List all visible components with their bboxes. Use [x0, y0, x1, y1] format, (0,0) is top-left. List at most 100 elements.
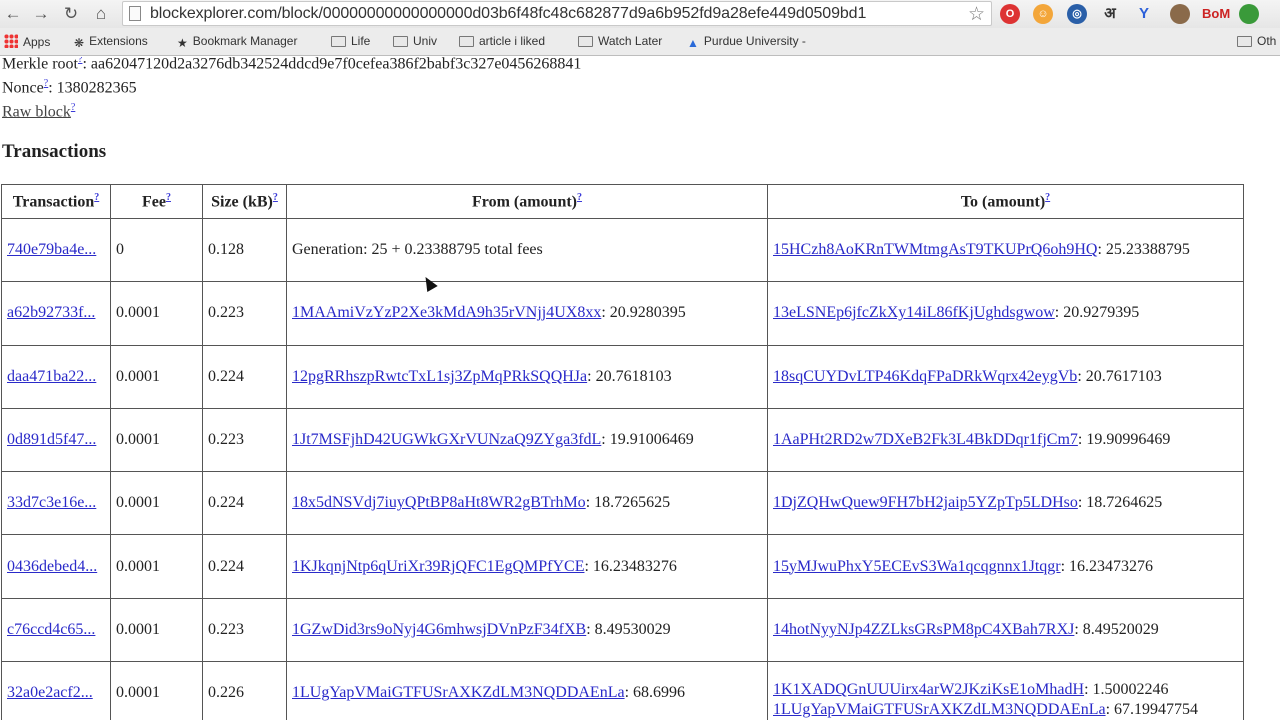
from-address-link[interactable]: 12pgRRhszpRwtcTxL1sj3ZpMqPRkSQQHJa: [292, 368, 587, 385]
to-address-link[interactable]: 1AaPHt2RD2w7DXeB2Fk3L4BkDDqr1fjCm7: [773, 431, 1078, 448]
nonce-value: : 1380282365: [48, 79, 137, 97]
from-amount: Generation: 25 + 0.23388795 total fees: [292, 241, 543, 259]
header-size: Size (kB)?: [202, 184, 287, 219]
merkle-root-line: Merkle root?: aa62047120d2a3276db342524d…: [2, 57, 581, 73]
bookmark-star-icon[interactable]: ☆: [968, 3, 985, 26]
star-icon: ★: [177, 36, 188, 50]
extension-circle-icon[interactable]: ◎: [1067, 4, 1087, 24]
tx-fee: 0.0001: [110, 471, 203, 536]
tx-size: 0.223: [202, 281, 287, 346]
bookmark-other[interactable]: Oth: [1237, 34, 1276, 48]
header-from: From (amount)?: [286, 184, 768, 219]
tx-hash-link[interactable]: 740e79ba4e...: [7, 241, 96, 258]
transactions-title: Transactions: [2, 141, 107, 162]
extension-lock-icon[interactable]: ☺: [1033, 4, 1053, 24]
folder-icon: [578, 36, 593, 47]
to-address-link[interactable]: 1K1XADQGnUUUirx4arW2JKziKsE1oMhadH: [773, 681, 1084, 698]
tx-hash-link[interactable]: 33d7c3e16e...: [7, 494, 96, 511]
back-arrow-icon[interactable]: ←: [2, 3, 24, 25]
table-row: 33d7c3e16e... 0.0001 0.224 18x5dNSVdj7iu…: [1, 471, 1244, 536]
merkle-root-value: : aa62047120d2a3276db342524ddcd9e7f0cefe…: [82, 57, 582, 73]
from-amount: : 19.91006469: [601, 431, 694, 449]
extension-globe-icon[interactable]: ●: [1170, 4, 1190, 24]
tx-fee: 0.0001: [110, 534, 203, 599]
to-amount: : 20.7617103: [1077, 367, 1162, 385]
merkle-root-label: Merkle root: [2, 57, 78, 73]
to-address-link[interactable]: 1LUgYapVMaiGTFUSrAXKZdLM3NQDDAEnLa: [773, 701, 1106, 718]
from-address-link[interactable]: 1GZwDid3rs9oNyj4G6mhwsjDVnPzF34fXB: [292, 621, 586, 638]
tx-size: 0.224: [202, 471, 287, 536]
table-row: daa471ba22... 0.0001 0.224 12pgRRhszpRwt…: [1, 344, 1244, 409]
tx-hash-link[interactable]: 0d891d5f47...: [7, 431, 96, 448]
url-text[interactable]: blockexplorer.com/block/0000000000000000…: [150, 5, 866, 23]
tx-fee: 0.0001: [110, 597, 203, 663]
transactions-table: Transaction? Fee? Size (kB)? From (amoun…: [1, 184, 1244, 720]
tx-hash-link[interactable]: a62b92733f...: [7, 304, 95, 321]
to-amount: : 25.23388795: [1097, 241, 1190, 259]
extension-green-icon[interactable]: ●: [1239, 4, 1259, 24]
raw-block-link[interactable]: Raw block: [2, 103, 71, 120]
bookmark-univ[interactable]: Univ: [393, 34, 437, 48]
table-row: a62b92733f... 0.0001 0.223 1MAAmiVzYzP2X…: [1, 281, 1244, 346]
help-link[interactable]: ?: [71, 102, 75, 113]
tx-fee: 0.0001: [110, 661, 203, 720]
tx-hash-link[interactable]: 32a0e2acf2...: [7, 684, 93, 701]
from-amount: : 68.6996: [624, 684, 686, 702]
extension-y-icon[interactable]: Y: [1134, 4, 1154, 24]
to-address-link[interactable]: 18sqCUYDvLTP46KdqFPaDRkWqrx42eygVb: [773, 368, 1077, 385]
to-address-link[interactable]: 1DjZQHwQuew9FH7bH2jaip5YZpTp5LDHso: [773, 494, 1078, 511]
tx-size: 0.223: [202, 597, 287, 663]
to-address-link[interactable]: 15yMJwuPhxY5ECEvS3Wa1qcqgnnx1Jtqgr: [773, 558, 1061, 575]
from-amount: : 8.49530029: [586, 620, 671, 638]
puzzle-icon: ❋: [74, 36, 85, 50]
apps-grid-icon: [4, 34, 18, 48]
bookmark-apps[interactable]: Apps: [4, 34, 50, 49]
tx-size: 0.223: [202, 407, 287, 473]
extension-stop-icon[interactable]: O: [1000, 4, 1020, 24]
drive-icon: ▲: [687, 36, 699, 50]
extension-hindi-icon[interactable]: अ: [1100, 4, 1120, 24]
forward-arrow-icon[interactable]: →: [30, 3, 52, 25]
help-link[interactable]: ?: [1045, 192, 1050, 203]
raw-block-line: Raw block?: [2, 102, 75, 121]
to-address-link[interactable]: 15HCzh8AoKRnTWMtmgAsT9TKUPrQ6oh9HQ: [773, 241, 1097, 258]
help-link[interactable]: ?: [273, 192, 278, 203]
nonce-label: Nonce: [2, 79, 44, 97]
bookmark-life[interactable]: Life: [331, 34, 370, 48]
from-address-link[interactable]: 1MAAmiVzYzP2Xe3kMdA9h35rVNjj4UX8xx: [292, 304, 601, 321]
bookmark-manager[interactable]: ★ Bookmark Manager: [177, 34, 297, 50]
help-link[interactable]: ?: [166, 192, 171, 203]
bookmark-extensions[interactable]: ❋ Extensions: [74, 34, 148, 50]
tx-size: 0.224: [202, 534, 287, 599]
table-row: 0d891d5f47... 0.0001 0.223 1Jt7MSFjhD42U…: [1, 407, 1244, 473]
to-address-link[interactable]: 14hotNyyNJp4ZZLksGRsPM8pC4XBah7RXJ: [773, 621, 1074, 638]
to-amount: : 20.9279395: [1054, 304, 1140, 322]
home-icon[interactable]: ⌂: [90, 3, 112, 25]
table-row: c76ccd4c65... 0.0001 0.223 1GZwDid3rs9oN…: [1, 597, 1244, 663]
page-icon: [129, 6, 141, 21]
to-amount: : 8.49520029: [1074, 620, 1159, 638]
help-link[interactable]: ?: [577, 192, 582, 203]
from-amount: : 16.23483276: [584, 557, 677, 575]
bookmark-watch-later[interactable]: Watch Later: [578, 34, 662, 48]
tx-hash-link[interactable]: daa471ba22...: [7, 368, 96, 385]
from-address-link[interactable]: 1KJkqnjNtp6qUriXr39RjQFC1EgQMPfYCE: [292, 558, 584, 575]
tx-hash-link[interactable]: 0436debed4...: [7, 558, 97, 575]
table-row: 0436debed4... 0.0001 0.224 1KJkqnjNtp6qU…: [1, 534, 1244, 599]
nonce-line: Nonce?: 1380282365: [2, 78, 137, 97]
tx-hash-link[interactable]: c76ccd4c65...: [7, 621, 95, 638]
extension-bom-icon[interactable]: BoM: [1202, 4, 1230, 24]
tx-size: 0.128: [202, 217, 287, 283]
to-address-link[interactable]: 13eLSNEp6jfcZkXy14iL86fKjUghdsgwow: [773, 304, 1055, 321]
from-address-link[interactable]: 1Jt7MSFjhD42UGWkGXrVUNzaQ9ZYga3fdL: [292, 431, 601, 448]
table-row: 740e79ba4e... 0 0.128 Generation: 25 + 0…: [1, 217, 1244, 283]
reload-icon[interactable]: ↻: [60, 3, 82, 25]
from-address-link[interactable]: 1LUgYapVMaiGTFUSrAXKZdLM3NQDDAEnLa: [292, 684, 625, 701]
bookmark-article[interactable]: article i liked: [459, 34, 545, 48]
help-link[interactable]: ?: [94, 192, 99, 203]
from-address-link[interactable]: 18x5dNSVdj7iuyQPtBP8aHt8WR2gBTrhMo: [292, 494, 586, 511]
address-bar[interactable]: blockexplorer.com/block/0000000000000000…: [122, 1, 992, 26]
header-transaction: Transaction?: [1, 184, 111, 219]
folder-icon: [331, 36, 346, 47]
bookmark-purdue[interactable]: ▲ Purdue University -: [687, 34, 806, 50]
